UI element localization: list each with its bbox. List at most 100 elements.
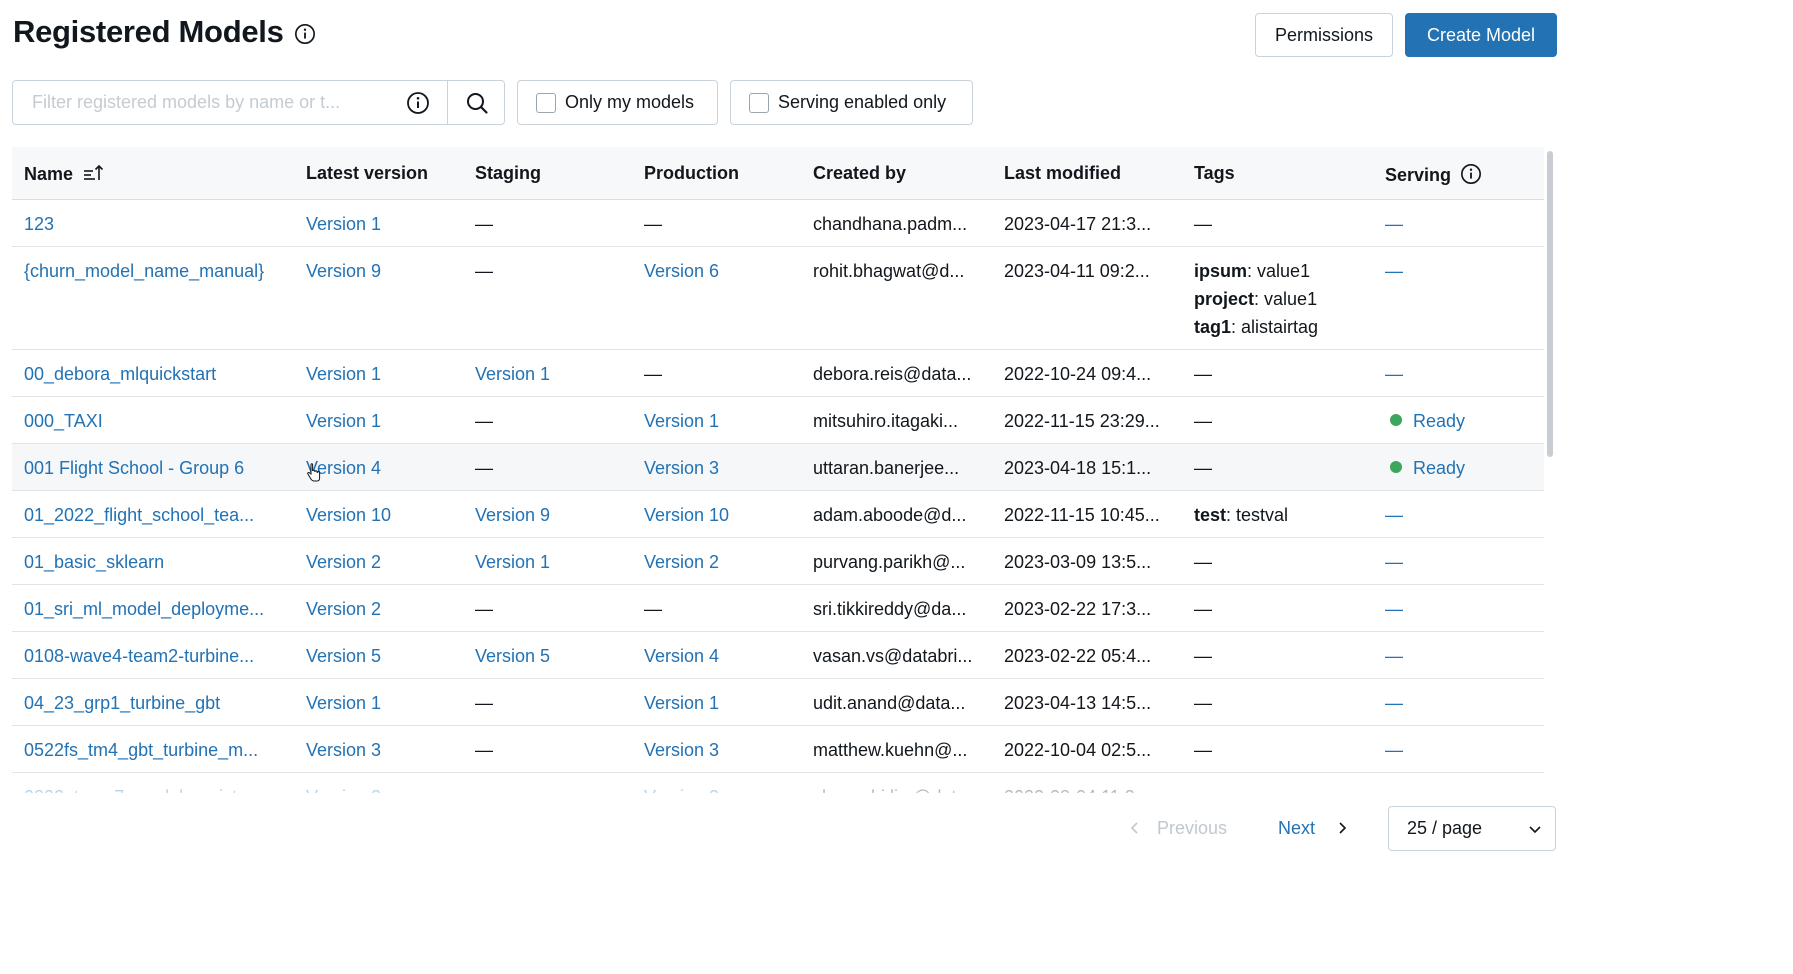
model-name-link[interactable]: 0802_team7_model_registry [24, 787, 252, 793]
info-icon[interactable] [406, 91, 430, 115]
model-name-link[interactable]: 000_TAXI [24, 411, 103, 432]
serving-status[interactable]: — [1385, 787, 1403, 793]
serving-status[interactable]: Ready [1390, 411, 1465, 432]
created-by-text: purvang.parikh@... [813, 552, 966, 572]
last-modified-text: 2022-10-24 09:4... [1004, 364, 1152, 384]
model-name-link[interactable]: 01_basic_sklearn [24, 552, 164, 573]
created-by-text: debora.reis@data... [813, 364, 972, 384]
column-header-name[interactable]: Name [24, 163, 105, 185]
only-my-models-checkbox[interactable]: Only my models [517, 80, 718, 125]
latest-version-link[interactable]: Version 2 [306, 599, 381, 620]
staging-version-link[interactable]: Version 1 [475, 364, 550, 385]
production-version-link[interactable]: Version 2 [644, 552, 719, 573]
table-row[interactable]: 01_basic_sklearn Version 2 Version 1 Versio… [12, 538, 1544, 585]
mouse-cursor-icon [307, 463, 321, 482]
info-icon[interactable] [294, 23, 316, 45]
table-row[interactable]: 00_debora_mlquickstart Version 1 Version 1… [12, 350, 1544, 397]
status-dot-icon [1390, 461, 1402, 473]
model-name-link[interactable]: 0522fs_tm4_gbt_turbine_m... [24, 740, 258, 761]
sort-ascending-icon[interactable] [83, 163, 105, 183]
serving-status[interactable]: — [1385, 552, 1403, 573]
production-version-link[interactable]: Version 3 [644, 458, 719, 479]
latest-version-link[interactable]: Version 3 [306, 740, 381, 761]
table-row[interactable]: 001 Flight School - Group 6 Version 4— Ver… [12, 444, 1544, 491]
table-row[interactable]: 123 Version 1 — — chandhana.padm... 2023-04-1… [12, 200, 1544, 247]
staging-version-link[interactable]: Version 9 [475, 505, 550, 526]
serving-status[interactable]: — [1385, 505, 1403, 526]
model-name-link[interactable]: 00_debora_mlquickstart [24, 364, 216, 385]
serving-enabled-only-checkbox[interactable]: Serving enabled only [730, 80, 973, 125]
table-row[interactable]: 01_sri_ml_model_deployme... Version 2 — — sr… [12, 585, 1544, 632]
model-name-link[interactable]: 04_23_grp1_turbine_gbt [24, 693, 220, 714]
model-name-link[interactable]: 0108-wave4-team2-turbine... [24, 646, 254, 667]
serving-status[interactable]: — [1385, 693, 1403, 714]
column-header-production[interactable]: Production [644, 163, 739, 184]
table-row[interactable]: 0802_team7_model_registry Version 2 — Versi… [12, 773, 1544, 793]
table-row[interactable]: 01_2022_flight_school_tea... Version 10 Ve… [12, 491, 1544, 538]
latest-version-link[interactable]: Version 1 [306, 411, 381, 432]
latest-version-link[interactable]: Version 2 [306, 552, 381, 573]
tag-separator: : [1231, 317, 1242, 337]
model-name-link[interactable]: 001 Flight School - Group 6 [24, 458, 244, 479]
latest-version-link[interactable]: Version 9 [306, 261, 381, 282]
checkbox-box[interactable] [536, 92, 556, 113]
table-row[interactable]: 0108-wave4-team2-turbine... Version 5 Vers… [12, 632, 1544, 679]
created-by-text: adam.aboode@d... [813, 505, 967, 525]
production-version-link[interactable]: Version 10 [644, 505, 729, 526]
scrollbar-thumb[interactable] [1547, 151, 1553, 457]
table-header: Name Latest version Staging Production C… [12, 147, 1544, 200]
latest-version-link[interactable]: Version 2 [306, 787, 381, 793]
serving-status[interactable]: — [1385, 364, 1403, 385]
latest-version-link[interactable]: Version 1 [306, 364, 381, 385]
production-version-link[interactable]: Version 4 [644, 646, 719, 667]
staging-version-link[interactable]: Version 5 [475, 646, 550, 667]
production-version-link[interactable]: Version 2 [644, 787, 719, 793]
latest-version-link[interactable]: Version 5 [306, 646, 381, 667]
model-name-link[interactable]: 01_sri_ml_model_deployme... [24, 599, 264, 620]
serving-status[interactable]: Ready [1390, 458, 1465, 479]
table-row[interactable]: 04_23_grp1_turbine_gbt Version 1 — Version … [12, 679, 1544, 726]
column-header-latest-version[interactable]: Latest version [306, 163, 428, 184]
column-header-staging[interactable]: Staging [475, 163, 541, 184]
latest-version-link[interactable]: Version 10 [306, 505, 391, 526]
serving-ready-link[interactable]: Ready [1413, 458, 1465, 478]
create-model-button[interactable]: Create Model [1405, 13, 1557, 57]
staging-version-link: — [475, 599, 493, 619]
staging-version-link[interactable]: Version 1 [475, 552, 550, 573]
tag-value: testval [1236, 505, 1289, 525]
latest-version-link[interactable]: Version 1 [306, 693, 381, 714]
models-table: Name Latest version Staging Production C… [12, 147, 1544, 793]
search-icon[interactable] [465, 91, 489, 115]
model-name-link[interactable]: {churn_model_name_manual} [24, 261, 264, 282]
serving-status[interactable]: — [1385, 599, 1403, 620]
production-version-link[interactable]: Version 6 [644, 261, 719, 282]
column-header-created-by[interactable]: Created by [813, 163, 906, 184]
next-page-button[interactable]: Next [1278, 806, 1349, 850]
permissions-button[interactable]: Permissions [1255, 13, 1393, 57]
serving-ready-link[interactable]: Ready [1413, 411, 1465, 431]
search-input[interactable] [30, 91, 404, 114]
registered-models-page: Registered Models Permissions Create Mod… [0, 0, 1560, 974]
column-header-last-modified[interactable]: Last modified [1004, 163, 1121, 184]
table-scrollbar[interactable] [1545, 147, 1555, 793]
serving-status[interactable]: — [1385, 214, 1403, 235]
status-dot-icon [1390, 414, 1402, 426]
model-name-link[interactable]: 01_2022_flight_school_tea... [24, 505, 254, 526]
production-version-link[interactable]: Version 1 [644, 693, 719, 714]
model-name-link[interactable]: 123 [24, 214, 54, 235]
production-version-link[interactable]: Version 3 [644, 740, 719, 761]
tags-cell: — [1194, 411, 1212, 431]
production-version-link[interactable]: Version 1 [644, 411, 719, 432]
created-by-text: udit.anand@data... [813, 693, 966, 713]
latest-version-link[interactable]: Version 1 [306, 214, 381, 235]
page-size-select[interactable]: 25 / page [1388, 806, 1556, 851]
tags-cell: — [1194, 364, 1212, 384]
table-row[interactable]: 0522fs_tm4_gbt_turbine_m... Version 3 — Ver… [12, 726, 1544, 773]
info-icon[interactable] [1460, 163, 1482, 185]
serving-status[interactable]: — [1385, 740, 1403, 761]
table-row[interactable]: 000_TAXI Version 1 — Version 1 mitsuhiro.ita… [12, 397, 1544, 444]
serving-status[interactable]: — [1385, 646, 1403, 667]
table-row[interactable]: {churn_model_name_manual} Version 9 — Versi… [12, 247, 1544, 350]
checkbox-box[interactable] [749, 92, 769, 113]
serving-status[interactable]: — [1385, 261, 1403, 282]
